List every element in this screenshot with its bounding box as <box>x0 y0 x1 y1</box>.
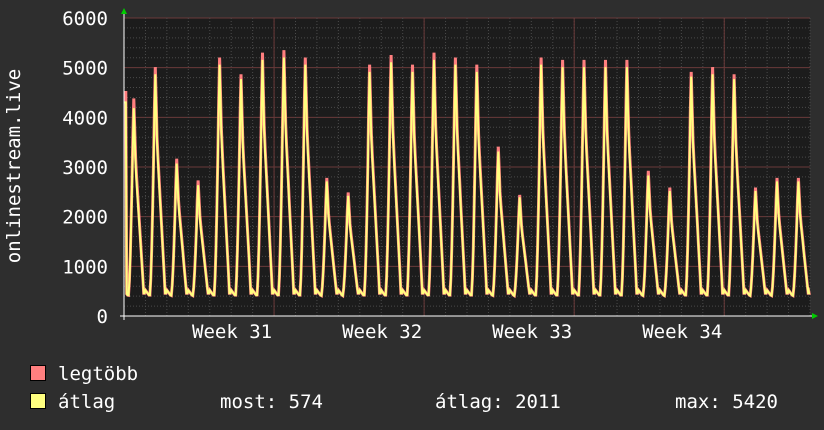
y-axis-label: onlinestream.live <box>3 69 25 263</box>
legend-label-max: legtöbb <box>58 363 139 385</box>
stat-maximum: max: 5420 <box>675 391 778 413</box>
chart-svg: 0 1000 2000 3000 4000 5000 6000 Week 31 Week 32… <box>3 8 818 343</box>
y-axis-arrow-icon <box>121 8 127 14</box>
x-tick-label: Week 34 <box>642 321 722 343</box>
legend-swatch-avg <box>30 392 46 409</box>
y-tick-label: 4000 <box>62 107 108 129</box>
y-tick-label: 1000 <box>62 256 108 278</box>
y-tick-label: 2000 <box>62 207 108 229</box>
legend-label-avg: átlag <box>58 391 116 413</box>
y-tick-labels: 0 1000 2000 3000 4000 5000 6000 <box>62 8 108 328</box>
x-axis-arrow-icon <box>812 313 818 319</box>
legend-swatch-max <box>30 364 46 381</box>
y-tick-label: 3000 <box>62 157 108 179</box>
legend-item-max: legtöbb <box>30 362 138 386</box>
stat-average: átlag: 2011 <box>435 391 561 413</box>
x-tick-label: Week 32 <box>342 321 422 343</box>
stat-current: most: 574 <box>220 391 323 413</box>
x-tick-label: Week 33 <box>492 321 572 343</box>
legend-item-avg: átlag <box>30 390 115 414</box>
y-tick-label: 6000 <box>62 8 108 30</box>
x-tick-labels: Week 31 Week 32 Week 33 Week 34 <box>192 321 722 343</box>
x-tick-label: Week 31 <box>192 321 272 343</box>
y-tick-label: 0 <box>97 306 108 328</box>
y-tick-label: 5000 <box>62 58 108 80</box>
